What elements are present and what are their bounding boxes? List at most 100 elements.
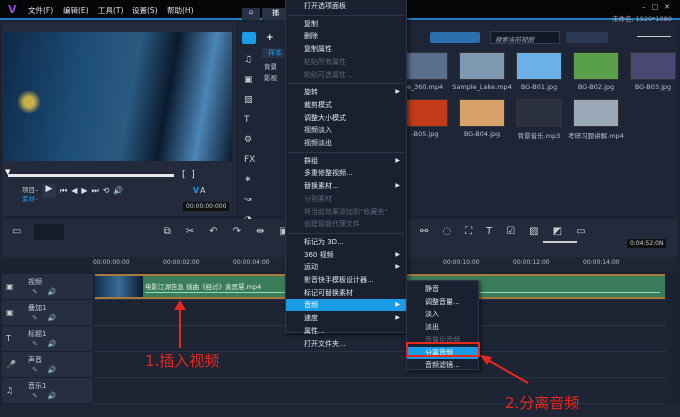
menu-help[interactable]: 帮助(H) [167,5,194,16]
track-name[interactable]: 标题1 [28,329,46,339]
menu-settings[interactable]: 设置(S) [132,5,158,16]
library-thumbnail[interactable] [402,99,448,127]
library-item-name[interactable]: 考研习题讲解.mp4 [566,130,626,140]
menu-item[interactable]: 删除 [286,30,406,42]
track-name[interactable]: 叠加1 [28,303,46,313]
effect-tools-icons[interactable]: ⚯◌⛶T☑▨◩▭ [420,226,600,237]
menu-item[interactable]: 复制属性 [286,43,406,55]
add-folder-button[interactable]: + [266,33,274,43]
library-thumbnail[interactable] [573,52,619,80]
menu-item-label: 删除 [304,32,318,41]
folder-sample[interactable]: 样本 [262,48,284,58]
library-thumbnail[interactable] [516,52,562,80]
scrubber[interactable] [8,174,174,177]
library-thumbnail[interactable] [573,99,619,127]
media-icon[interactable] [242,32,256,44]
track-controls[interactable]: ✎🔊 [32,366,67,374]
video-preview [4,32,232,161]
capture-tab[interactable]: 捕 [262,8,286,20]
window-controls[interactable]: –□✕ [642,3,676,11]
menu-item[interactable]: 淡入 [407,308,478,320]
menu-item: 创建智能代理文件 [286,218,406,230]
menu-item[interactable]: 裁剪模式 [286,99,406,111]
library-item-name[interactable]: Sample_Lake.mp4 [452,83,512,91]
media-filter-buttons[interactable] [430,32,480,43]
menu-file[interactable]: 文件(F) [28,5,53,16]
library-thumbnail[interactable] [402,52,448,80]
submenu-arrow-icon: ▶ [395,182,400,190]
menu-tools[interactable]: 工具(T) [98,5,123,16]
track-controls[interactable]: ✎🔊 [32,340,67,348]
library-item-name[interactable]: BG-B03.jpg [623,83,680,91]
menu-item[interactable]: 调整音量... [407,296,478,308]
menu-item[interactable]: 运动 ▶ [286,261,406,273]
library-item-name[interactable]: BG-B02.jpg [566,83,626,91]
menu-item[interactable]: 淡出 [407,321,478,333]
view-mode-buttons[interactable] [566,32,608,43]
library-category-icons[interactable]: ♫▣▨T⚙FX✶↝◔ [244,50,258,230]
zoom-slider[interactable] [543,241,577,243]
menu-item[interactable]: 打开文件夹... [286,338,406,350]
menu-item[interactable]: 替换素材... ▶ [286,180,406,192]
menu-item[interactable]: 属性... [286,325,406,337]
transport-buttons[interactable]: ⏮◀▶⏭⟲🔊 [60,186,127,196]
menu-item[interactable]: 静音 [407,283,478,295]
menu-item-label: 复制 [304,19,318,28]
library-thumbnail[interactable] [459,99,505,127]
timecode-field[interactable]: 00:00:00:000 [183,202,230,211]
menu-item-label: 调整音量... [425,297,460,306]
menu-item-label: 静音 [425,285,439,293]
menu-separator [288,83,404,85]
menu-item[interactable]: 群组 ▶ [286,155,406,167]
track-name[interactable]: 音乐1 [28,381,46,391]
menu-item[interactable]: 视频淡入 [286,124,406,136]
mode-clip[interactable]: 素材– [22,193,38,203]
audio-toggle[interactable]: A [200,186,205,195]
search-input[interactable]: 搜索当前视图 [490,31,560,44]
menu-item[interactable]: 音频滤镜... [407,359,478,371]
menu-item-label: 淡入 [425,310,439,319]
menu-edit[interactable]: 编辑(E) [63,5,89,16]
app-logo-icon: V [8,3,17,16]
thumbnail-size-slider[interactable] [637,36,671,37]
track-name[interactable]: 视频 [28,277,42,287]
library-thumbnail[interactable] [630,52,676,80]
highlight-box [406,342,480,357]
library-thumbnail[interactable] [516,99,562,127]
menu-item[interactable]: 速度 ▶ [286,312,406,324]
project-duration: 0:04:52:0N [627,239,667,248]
menu-item[interactable]: 打开选项面板 [286,0,406,12]
annotation-step1: 1.插入视频 [145,352,220,370]
home-tab[interactable]: ⌂ [242,8,260,20]
submenu-arrow-icon: ▶ [395,263,400,271]
menu-item[interactable]: 音频 ▶ [286,299,406,312]
menu-item[interactable]: 360 视频 ▶ [286,249,406,261]
menu-item[interactable]: 复制 [286,18,406,30]
video-toggle[interactable]: V [193,186,199,195]
track-controls[interactable]: ✎🔊 [32,288,67,296]
menu-item[interactable]: 视频淡出 [286,137,406,149]
track-lane[interactable] [94,378,666,404]
track-controls[interactable]: ✎🔊 [32,392,67,400]
playhead-icon[interactable]: ▼ [5,168,10,176]
track-name[interactable]: 声音 [28,355,42,365]
submenu-arrow-icon: ▶ [395,250,400,258]
folder-film[interactable]: 影视 [264,72,277,82]
play-button[interactable]: ▶ [42,184,56,198]
menu-item[interactable]: 影音快手模板设计器... [286,274,406,286]
folder-background[interactable]: 背景 [264,61,277,71]
track-controls[interactable]: ✎🔊 [32,314,67,322]
library-thumbnail[interactable] [459,52,505,80]
track-type-icon: ▣ [6,282,14,291]
library-item-name[interactable]: BG-B04.jpg [452,130,512,138]
menu-item[interactable]: 标记为 3D... [286,236,406,248]
menu-item[interactable]: 旋转 ▶ [286,86,406,98]
menu-item[interactable]: 多重修整视频... [286,167,406,179]
track-header [2,326,93,352]
menu-item[interactable]: 调整大小模式 [286,112,406,124]
library-item-name[interactable]: 背景音乐.mp3 [509,130,569,140]
menu-item[interactable]: 标记可替换素材 [286,287,406,299]
submenu-arrow-icon: ▶ [395,314,400,322]
library-item-name[interactable]: BG-B01.jpg [509,83,569,91]
mark-in-out-buttons[interactable]: [ ] [182,170,195,180]
